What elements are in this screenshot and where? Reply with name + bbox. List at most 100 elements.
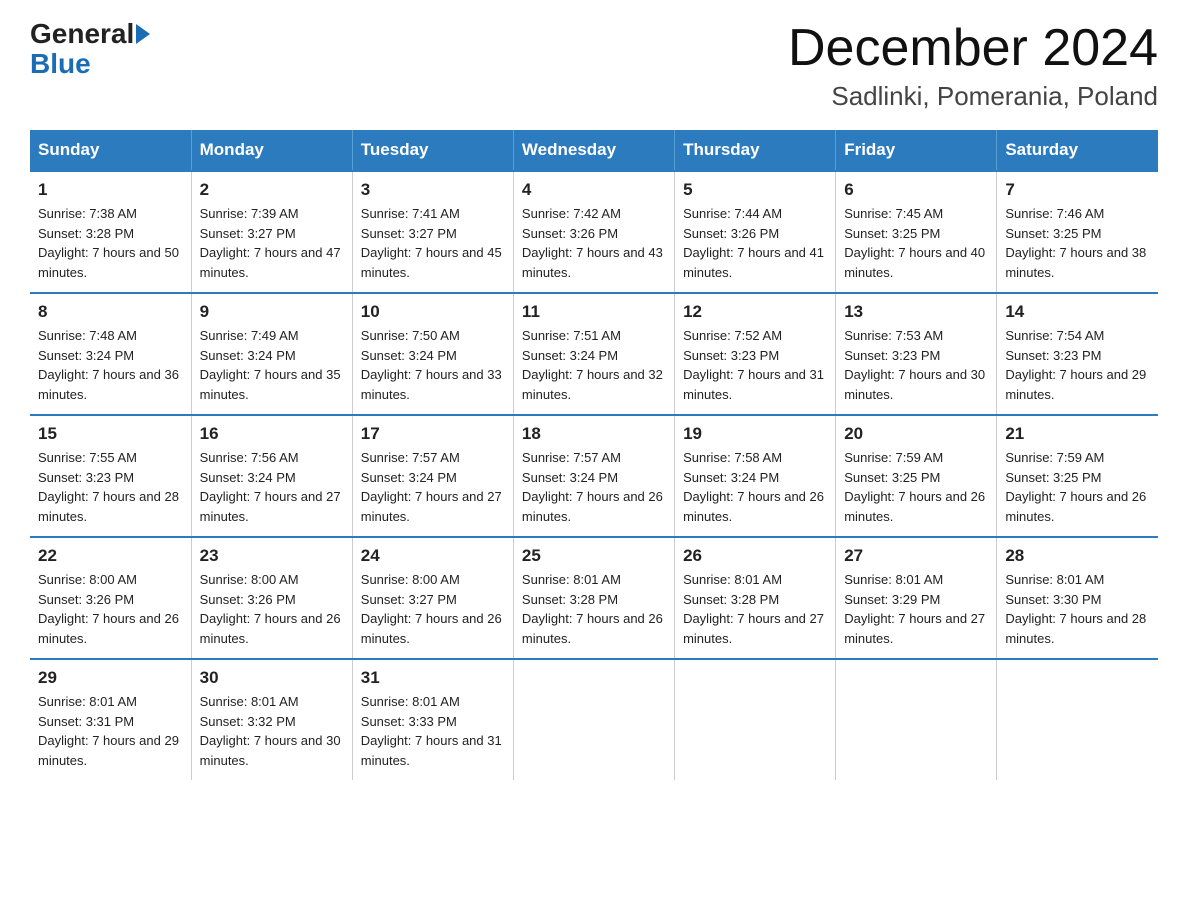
week-row-5: 29 Sunrise: 8:01 AMSunset: 3:31 PMDayligh… [30, 659, 1158, 780]
day-info: Sunrise: 7:48 AMSunset: 3:24 PMDaylight:… [38, 326, 183, 404]
day-cell: 28 Sunrise: 8:01 AMSunset: 3:30 PMDayligh… [997, 537, 1158, 659]
day-cell: 9 Sunrise: 7:49 AMSunset: 3:24 PMDaylight… [191, 293, 352, 415]
day-info: Sunrise: 8:01 AMSunset: 3:31 PMDaylight:… [38, 692, 183, 770]
day-number: 26 [683, 546, 827, 566]
day-cell [997, 659, 1158, 780]
logo-triangle-icon [136, 24, 150, 44]
day-cell: 19 Sunrise: 7:58 AMSunset: 3:24 PMDayligh… [675, 415, 836, 537]
day-number: 28 [1005, 546, 1150, 566]
day-info: Sunrise: 8:01 AMSunset: 3:28 PMDaylight:… [683, 570, 827, 648]
day-cell: 15 Sunrise: 7:55 AMSunset: 3:23 PMDayligh… [30, 415, 191, 537]
day-cell: 7Sunrise: 7:46 AMSunset: 3:25 PMDaylight… [997, 171, 1158, 293]
day-cell: 18 Sunrise: 7:57 AMSunset: 3:24 PMDayligh… [513, 415, 674, 537]
day-number: 17 [361, 424, 505, 444]
day-number: 29 [38, 668, 183, 688]
day-info: Sunrise: 7:55 AMSunset: 3:23 PMDaylight:… [38, 448, 183, 526]
day-number: 23 [200, 546, 344, 566]
day-info: Sunrise: 8:01 AMSunset: 3:30 PMDaylight:… [1005, 570, 1150, 648]
day-number: 14 [1005, 302, 1150, 322]
day-info: Sunrise: 7:41 AMSunset: 3:27 PMDaylight:… [361, 204, 505, 282]
day-cell: 2 Sunrise: 7:39 AMSunset: 3:27 PMDaylight… [191, 171, 352, 293]
day-cell: 31Sunrise: 8:01 AMSunset: 3:33 PMDayligh… [352, 659, 513, 780]
day-number: 12 [683, 302, 827, 322]
logo-blue-text: Blue [30, 48, 91, 79]
day-cell [836, 659, 997, 780]
day-info: Sunrise: 7:39 AMSunset: 3:27 PMDaylight:… [200, 204, 344, 282]
day-cell: 27Sunrise: 8:01 AMSunset: 3:29 PMDayligh… [836, 537, 997, 659]
header-cell-tuesday: Tuesday [352, 130, 513, 171]
day-cell: 13 Sunrise: 7:53 AMSunset: 3:23 PMDayligh… [836, 293, 997, 415]
logo-general-text: General [30, 20, 134, 48]
day-number: 13 [844, 302, 988, 322]
day-info: Sunrise: 7:44 AMSunset: 3:26 PMDaylight:… [683, 204, 827, 282]
day-cell: 22 Sunrise: 8:00 AMSunset: 3:26 PMDayligh… [30, 537, 191, 659]
day-cell: 10Sunrise: 7:50 AMSunset: 3:24 PMDayligh… [352, 293, 513, 415]
day-cell: 30Sunrise: 8:01 AMSunset: 3:32 PMDayligh… [191, 659, 352, 780]
location-title: Sadlinki, Pomerania, Poland [788, 81, 1158, 112]
day-info: Sunrise: 7:49 AMSunset: 3:24 PMDaylight:… [200, 326, 344, 404]
day-info: Sunrise: 8:00 AMSunset: 3:26 PMDaylight:… [200, 570, 344, 648]
day-cell: 5 Sunrise: 7:44 AMSunset: 3:26 PMDaylight… [675, 171, 836, 293]
day-number: 16 [200, 424, 344, 444]
day-cell: 26 Sunrise: 8:01 AMSunset: 3:28 PMDayligh… [675, 537, 836, 659]
day-info: Sunrise: 7:57 AMSunset: 3:24 PMDaylight:… [522, 448, 666, 526]
day-info: Sunrise: 7:42 AMSunset: 3:26 PMDaylight:… [522, 204, 666, 282]
day-info: Sunrise: 7:59 AMSunset: 3:25 PMDaylight:… [1005, 448, 1150, 526]
day-number: 8 [38, 302, 183, 322]
day-info: Sunrise: 8:00 AMSunset: 3:26 PMDaylight:… [38, 570, 183, 648]
day-number: 20 [844, 424, 988, 444]
day-info: Sunrise: 7:53 AMSunset: 3:23 PMDaylight:… [844, 326, 988, 404]
day-cell: 14Sunrise: 7:54 AMSunset: 3:23 PMDayligh… [997, 293, 1158, 415]
day-info: Sunrise: 7:59 AMSunset: 3:25 PMDaylight:… [844, 448, 988, 526]
day-cell: 1Sunrise: 7:38 AMSunset: 3:28 PMDaylight… [30, 171, 191, 293]
day-number: 9 [200, 302, 344, 322]
day-info: Sunrise: 8:01 AMSunset: 3:29 PMDaylight:… [844, 570, 988, 648]
day-cell: 11Sunrise: 7:51 AMSunset: 3:24 PMDayligh… [513, 293, 674, 415]
day-cell: 4 Sunrise: 7:42 AMSunset: 3:26 PMDaylight… [513, 171, 674, 293]
header-cell-wednesday: Wednesday [513, 130, 674, 171]
day-info: Sunrise: 7:50 AMSunset: 3:24 PMDaylight:… [361, 326, 505, 404]
day-cell: 24Sunrise: 8:00 AMSunset: 3:27 PMDayligh… [352, 537, 513, 659]
day-cell: 3Sunrise: 7:41 AMSunset: 3:27 PMDaylight… [352, 171, 513, 293]
day-number: 4 [522, 180, 666, 200]
header-cell-thursday: Thursday [675, 130, 836, 171]
calendar-header: SundayMondayTuesdayWednesdayThursdayFrid… [30, 130, 1158, 171]
day-number: 19 [683, 424, 827, 444]
day-cell: 25Sunrise: 8:01 AMSunset: 3:28 PMDayligh… [513, 537, 674, 659]
day-cell: 29 Sunrise: 8:01 AMSunset: 3:31 PMDayligh… [30, 659, 191, 780]
day-info: Sunrise: 7:52 AMSunset: 3:23 PMDaylight:… [683, 326, 827, 404]
header-cell-friday: Friday [836, 130, 997, 171]
calendar-body: 1Sunrise: 7:38 AMSunset: 3:28 PMDaylight… [30, 171, 1158, 780]
day-number: 6 [844, 180, 988, 200]
day-number: 15 [38, 424, 183, 444]
day-info: Sunrise: 7:38 AMSunset: 3:28 PMDaylight:… [38, 204, 183, 282]
page-header: General Blue December 2024 Sadlinki, Pom… [30, 20, 1158, 112]
header-cell-monday: Monday [191, 130, 352, 171]
day-number: 25 [522, 546, 666, 566]
day-info: Sunrise: 7:45 AMSunset: 3:25 PMDaylight:… [844, 204, 988, 282]
day-number: 11 [522, 302, 666, 322]
day-info: Sunrise: 7:56 AMSunset: 3:24 PMDaylight:… [200, 448, 344, 526]
day-cell: 21Sunrise: 7:59 AMSunset: 3:25 PMDayligh… [997, 415, 1158, 537]
day-cell [675, 659, 836, 780]
day-info: Sunrise: 8:01 AMSunset: 3:33 PMDaylight:… [361, 692, 505, 770]
day-number: 7 [1005, 180, 1150, 200]
header-cell-sunday: Sunday [30, 130, 191, 171]
month-title: December 2024 [788, 20, 1158, 77]
day-cell: 8 Sunrise: 7:48 AMSunset: 3:24 PMDaylight… [30, 293, 191, 415]
day-cell [513, 659, 674, 780]
week-row-3: 15 Sunrise: 7:55 AMSunset: 3:23 PMDayligh… [30, 415, 1158, 537]
week-row-4: 22 Sunrise: 8:00 AMSunset: 3:26 PMDayligh… [30, 537, 1158, 659]
header-cell-saturday: Saturday [997, 130, 1158, 171]
day-cell: 6 Sunrise: 7:45 AMSunset: 3:25 PMDaylight… [836, 171, 997, 293]
day-cell: 12 Sunrise: 7:52 AMSunset: 3:23 PMDayligh… [675, 293, 836, 415]
title-block: December 2024 Sadlinki, Pomerania, Polan… [788, 20, 1158, 112]
day-number: 22 [38, 546, 183, 566]
header-row: SundayMondayTuesdayWednesdayThursdayFrid… [30, 130, 1158, 171]
week-row-2: 8 Sunrise: 7:48 AMSunset: 3:24 PMDaylight… [30, 293, 1158, 415]
day-number: 2 [200, 180, 344, 200]
logo: General Blue [30, 20, 152, 80]
day-number: 5 [683, 180, 827, 200]
day-info: Sunrise: 7:58 AMSunset: 3:24 PMDaylight:… [683, 448, 827, 526]
day-number: 18 [522, 424, 666, 444]
